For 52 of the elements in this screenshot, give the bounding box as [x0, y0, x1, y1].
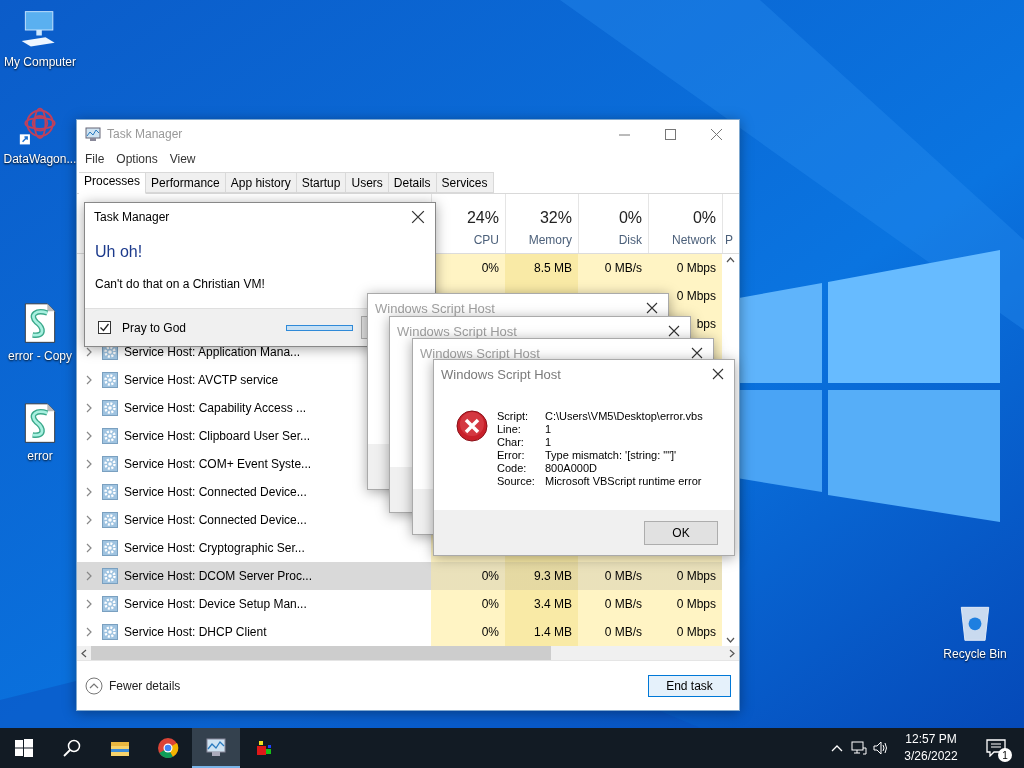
dialog-heading: Uh oh!: [95, 243, 144, 261]
table-cell: 0 Mbps: [676, 261, 716, 275]
field-label: Line:: [497, 423, 522, 436]
field-value: Microsoft VBScript runtime error: [545, 475, 703, 488]
process-name: Service Host: Capability Access ...: [124, 401, 307, 415]
process-name: Service Host: DCOM Server Proc...: [124, 569, 313, 583]
table-cell: 0 MB/s: [604, 625, 642, 639]
field-value: 1: [545, 436, 553, 449]
table-cell: 0%: [481, 625, 499, 639]
dialog-title: Windows Script Host: [374, 300, 496, 316]
process-name: Service Host: DHCP Client: [124, 625, 267, 639]
notification-badge: 1: [998, 748, 1012, 762]
process-name: Service Host: Connected Device...: [124, 485, 307, 499]
table-cell: 8.5 MB: [534, 261, 572, 275]
table-cell: 3.4 MB: [534, 597, 572, 611]
process-name: Service Host: Connected Device...: [124, 513, 307, 527]
field-label: Code:: [497, 462, 528, 475]
table-cell: 0%: [481, 261, 499, 275]
dialog-title: Windows Script Host: [419, 345, 541, 361]
table-cell: 0 MB/s: [604, 597, 642, 611]
process-name: Service Host: Cryptographic Ser...: [124, 541, 305, 555]
field-label: Char:: [497, 436, 525, 449]
field-value: Type mismatch: '[string: ""]': [545, 449, 678, 462]
dialog-title: Task Manager: [93, 210, 171, 224]
field-label: Error:: [497, 449, 526, 462]
table-cell: 0 MB/s: [604, 261, 642, 275]
process-name: Service Host: COM+ Event Syste...: [124, 457, 312, 471]
process-name: Service Host: Clipboard User Ser...: [124, 429, 311, 443]
window-title: Task Manager: [106, 127, 184, 141]
table-cell: 9.3 MB: [534, 569, 572, 583]
field-label: Source:: [497, 475, 536, 488]
column-usage: 0%: [692, 209, 716, 227]
dialog-title: Windows Script Host: [440, 366, 562, 382]
process-name: Service Host: AVCTP service: [124, 373, 279, 387]
field-label: Script:: [497, 410, 530, 423]
table-cell: 0 Mbps: [676, 625, 716, 639]
process-name: Service Host: Application Mana...: [124, 345, 301, 359]
table-cell: 0 MB/s: [604, 569, 642, 583]
table-cell: 0 Mbps: [676, 597, 716, 611]
column-usage: 0%: [618, 209, 642, 227]
process-name: Service Host: Device Setup Man...: [124, 597, 307, 611]
table-cell: 0%: [481, 569, 499, 583]
table-cell: 0 Mbps: [676, 569, 716, 583]
column-usage: 24%: [466, 209, 499, 227]
field-value: 800A000D: [545, 462, 598, 475]
field-value: C:\Users\VM5\Desktop\error.vbs: [545, 410, 703, 423]
column-usage: 32%: [539, 209, 572, 227]
field-value: 1: [545, 423, 553, 436]
dialog-message: Can't do that on a Christian VM!: [95, 277, 266, 291]
table-cell: 1.4 MB: [534, 625, 572, 639]
table-cell: 0%: [481, 597, 499, 611]
dialog-title: Windows Script Host: [396, 323, 518, 339]
